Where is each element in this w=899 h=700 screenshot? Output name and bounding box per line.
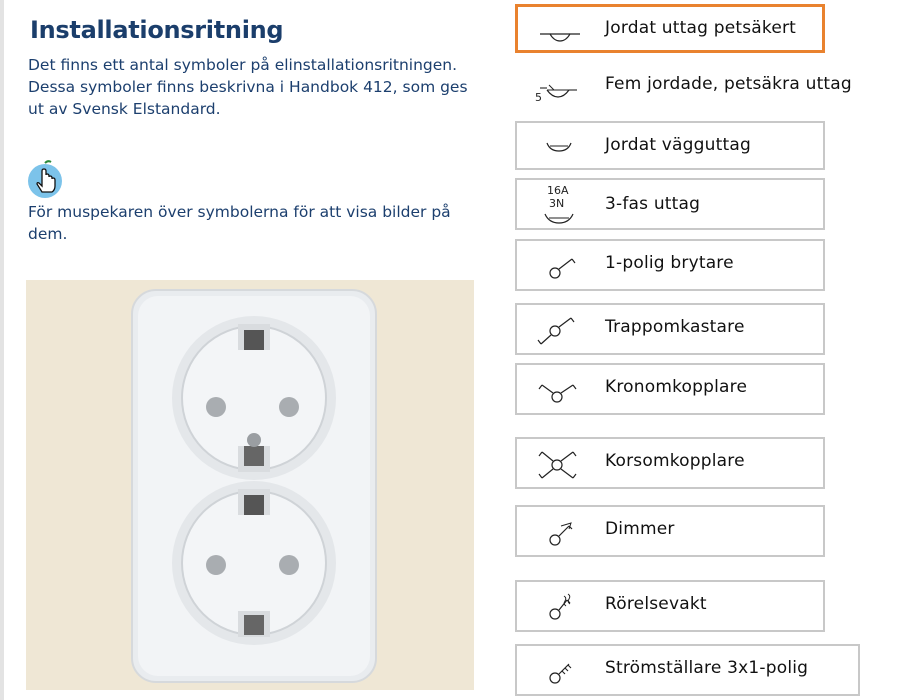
symbol-1-polig-brytare[interactable]: 1-polig brytare <box>515 239 825 291</box>
svg-text:16A: 16A <box>547 184 569 197</box>
symbol-kronomkopplare[interactable]: Kronomkopplare <box>515 363 825 415</box>
dimmer-icon <box>549 522 573 546</box>
svg-text:3N: 3N <box>549 197 564 210</box>
left-edge <box>0 0 4 700</box>
socket-grounded-childproof-icon <box>540 33 580 42</box>
hand-pointer-icon <box>26 160 66 200</box>
single-pole-switch-icon <box>549 258 576 279</box>
symbol-jordat-vagguttag[interactable]: Jordat vägguttag <box>515 121 825 170</box>
chandelier-switch-icon <box>538 384 577 403</box>
cross-switch-icon <box>538 451 577 479</box>
three-phase-socket-icon: 16A 3N <box>544 184 574 224</box>
symbol-korsomkopplare[interactable]: Korsomkopplare <box>515 437 825 489</box>
motion-sensor-icon <box>549 593 571 620</box>
symbol-trappomkastare[interactable]: Trappomkastare <box>515 303 825 355</box>
five-socket-icon: 5 <box>535 84 577 104</box>
intro-text: Det finns ett antal symboler på elinstal… <box>28 56 468 118</box>
switch-3x1-pole-icon <box>549 663 572 684</box>
symbol-jordat-uttag-petsakert[interactable]: Jordat uttag petsäkert <box>515 4 825 53</box>
symbol-stromstallare-3x1-polig[interactable]: Strömställare 3x1-polig <box>515 644 860 696</box>
staircase-switch-icon <box>537 317 575 345</box>
symbol-rorelsevakt[interactable]: Rörelsevakt <box>515 580 825 632</box>
page-title: Installationsritning <box>30 16 284 44</box>
symbol-3-fas-uttag[interactable]: 16A 3N 3-fas uttag <box>515 178 825 230</box>
symbol-fem-jordade-uttag[interactable]: 5 Fem jordade, petsäkra uttag <box>515 60 852 109</box>
svg-text:5: 5 <box>535 91 542 104</box>
symbol-dimmer[interactable]: Dimmer <box>515 505 825 557</box>
hover-hint-text: För muspekaren över symbolerna för att v… <box>28 203 451 243</box>
wall-socket-icon <box>546 142 572 152</box>
socket-photo <box>26 280 474 690</box>
